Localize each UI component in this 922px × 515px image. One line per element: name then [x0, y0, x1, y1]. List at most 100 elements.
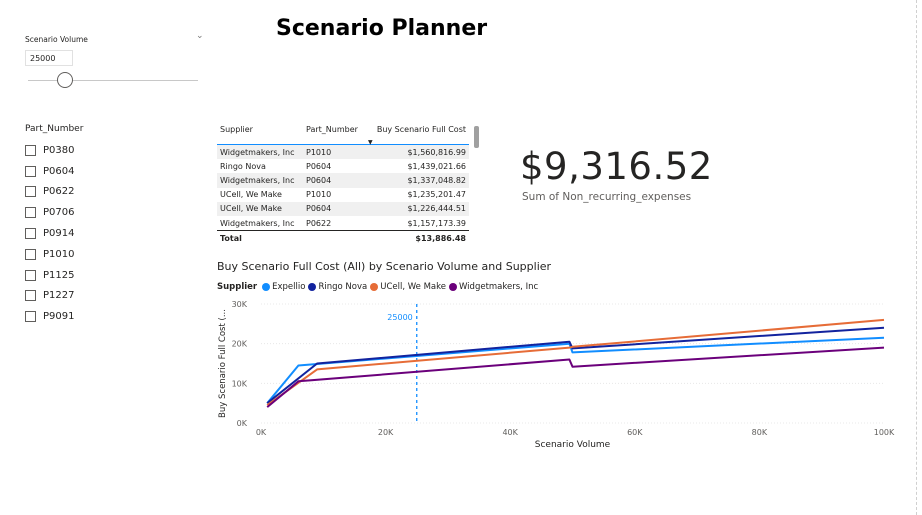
checkbox[interactable]: [25, 228, 36, 240]
part-number-option[interactable]: P0914: [25, 223, 74, 244]
chart-title: Buy Scenario Full Cost (All) by Scenario…: [217, 260, 552, 273]
table-total-row: Total $13,886.48: [217, 230, 469, 246]
legend-item-ucell[interactable]: UCell, We Make: [370, 282, 446, 292]
scenario-volume-slider-thumb[interactable]: [57, 72, 74, 88]
cell-cost: $1,235,201.47: [407, 190, 466, 200]
part-number-label: P0604: [43, 165, 75, 177]
part-number-list: P0380 P0604 P0622 P0706 P0914 P1010 P112…: [25, 140, 74, 327]
card-value: $9,316.52: [520, 145, 713, 188]
table-row[interactable]: Widgetmakers, Inc P0604 $1,337,048.82: [217, 173, 469, 188]
part-number-label: P0380: [43, 144, 75, 156]
cell-part-number: P1010: [303, 144, 365, 160]
y-tick-label: 20K: [232, 340, 248, 349]
chart-legend: Supplier Expellio Ringo Nova UCell, We M…: [217, 282, 541, 292]
cell-cost: $1,337,048.82: [365, 173, 469, 188]
x-tick-label: 20K: [378, 428, 394, 437]
total-value: $13,886.48: [365, 230, 469, 246]
part-number-option[interactable]: P0706: [25, 202, 74, 223]
part-number-label: P1227: [43, 290, 75, 302]
table-row[interactable]: Widgetmakers, Inc P0622 $1,157,173.39: [217, 216, 469, 231]
series-line: [266, 346, 885, 408]
table-row[interactable]: UCell, We Make P1010 $1,235,201.47: [217, 188, 469, 202]
y-tick-label: 0K: [237, 419, 248, 428]
y-tick-label: 10K: [232, 379, 248, 388]
part-number-label: P9091: [43, 311, 75, 323]
y-tick-label: 30K: [232, 300, 248, 309]
series-line: [266, 318, 885, 407]
table-row[interactable]: Widgetmakers, Inc P1010 $1,560,816.99: [217, 144, 469, 160]
scenario-volume-input[interactable]: 25000: [25, 50, 73, 66]
cell-supplier: Widgetmakers, Inc: [217, 173, 303, 188]
part-number-label: P0914: [43, 228, 75, 240]
total-label: Total: [217, 230, 303, 246]
column-header-label: Buy Scenario Full Cost: [376, 125, 466, 134]
part-number-slicer-title: Part_Number: [25, 124, 84, 134]
part-number-label: P1010: [43, 248, 75, 260]
line-chart[interactable]: 0K 10K 20K 30K 0K 20K 40K 60K 80K 100K Scenario Vo…: [210, 292, 900, 457]
legend-marker: [262, 283, 271, 291]
checkbox[interactable]: [25, 144, 36, 156]
x-axis-title: Scenario Volume: [535, 440, 611, 450]
table-row[interactable]: UCell, We Make P0604 $1,226,444.51: [217, 201, 469, 216]
part-number-option[interactable]: P0604: [25, 161, 74, 182]
x-tick-label: 80K: [752, 428, 768, 437]
part-number-label: P0706: [43, 207, 75, 219]
cell-cost: $1,226,444.51: [365, 201, 469, 216]
cell-supplier: Ringo Nova: [220, 161, 266, 171]
part-number-option[interactable]: P1125: [25, 265, 74, 286]
checkbox[interactable]: [25, 311, 36, 323]
legend-label: Widgetmakers, Inc: [458, 282, 539, 292]
cell-supplier: Widgetmakers, Inc: [217, 144, 303, 160]
column-header-supplier[interactable]: Supplier: [217, 124, 303, 145]
checkbox[interactable]: [25, 248, 36, 260]
legend-item-widgetmakers[interactable]: Widgetmakers, Inc: [448, 282, 539, 292]
total-empty-cell: [303, 230, 365, 246]
table-row[interactable]: Ringo Nova P0604 $1,439,021.66: [217, 159, 469, 173]
column-header-buy-scenario-full-cost[interactable]: Buy Scenario Full Cost ▼: [365, 124, 469, 146]
scenario-volume-label: Scenario Volume: [25, 35, 88, 44]
cell-supplier: UCell, We Make: [217, 201, 303, 216]
table-scrollbar[interactable]: [474, 126, 479, 148]
scenario-volume-slider-track[interactable]: [28, 80, 198, 81]
supplier-cost-table: Supplier Part_Number Buy Scenario Full C…: [217, 124, 469, 246]
part-number-label: P0622: [43, 186, 75, 198]
reference-line-label: 25000: [387, 313, 412, 322]
x-tick-label: 60K: [627, 428, 643, 437]
part-number-option[interactable]: P9091: [25, 306, 74, 327]
cell-cost: $1,157,173.39: [407, 218, 466, 228]
column-header-part-number[interactable]: Part_Number: [303, 124, 365, 145]
legend-item-ringo-nova[interactable]: Ringo Nova: [308, 282, 367, 292]
y-axis-title: Buy Scenario Full Cost (...: [218, 309, 228, 418]
cell-part-number: P0604: [303, 201, 365, 216]
x-tick-label: 0K: [256, 428, 267, 437]
legend-label: UCell, We Make: [380, 282, 446, 292]
x-tick-label: 40K: [502, 428, 518, 437]
cell-part-number: P0604: [303, 173, 365, 188]
checkbox[interactable]: [25, 269, 36, 281]
cell-cost: $1,439,021.66: [407, 161, 466, 171]
card-label: Sum of Non_recurring_expenses: [522, 191, 692, 203]
checkbox[interactable]: [25, 207, 36, 219]
legend-label: Expellio: [272, 282, 306, 292]
x-tick-label: 100K: [874, 428, 895, 437]
checkbox[interactable]: [25, 165, 36, 177]
part-number-option[interactable]: P0380: [25, 140, 74, 161]
cell-supplier: UCell, We Make: [220, 190, 282, 200]
part-number-option[interactable]: P1010: [25, 244, 74, 265]
legend-item-expellio[interactable]: Expellio: [262, 282, 305, 292]
page-title: Scenario Planner: [276, 16, 488, 41]
legend-marker: [370, 283, 379, 291]
part-number-label: P1125: [43, 269, 75, 281]
legend-marker: [448, 283, 457, 291]
chevron-down-icon[interactable]: ⌄: [196, 31, 204, 41]
legend-label: Ringo Nova: [318, 282, 368, 292]
part-number-option[interactable]: P1227: [25, 286, 74, 307]
cell-part-number: P1010: [306, 190, 332, 200]
cell-part-number: P0622: [306, 218, 332, 228]
canvas-edge: [916, 0, 917, 515]
checkbox[interactable]: [25, 186, 36, 198]
part-number-option[interactable]: P0622: [25, 182, 74, 203]
legend-marker: [308, 283, 317, 291]
checkbox[interactable]: [25, 290, 36, 302]
sort-descending-icon: ▼: [368, 139, 373, 146]
